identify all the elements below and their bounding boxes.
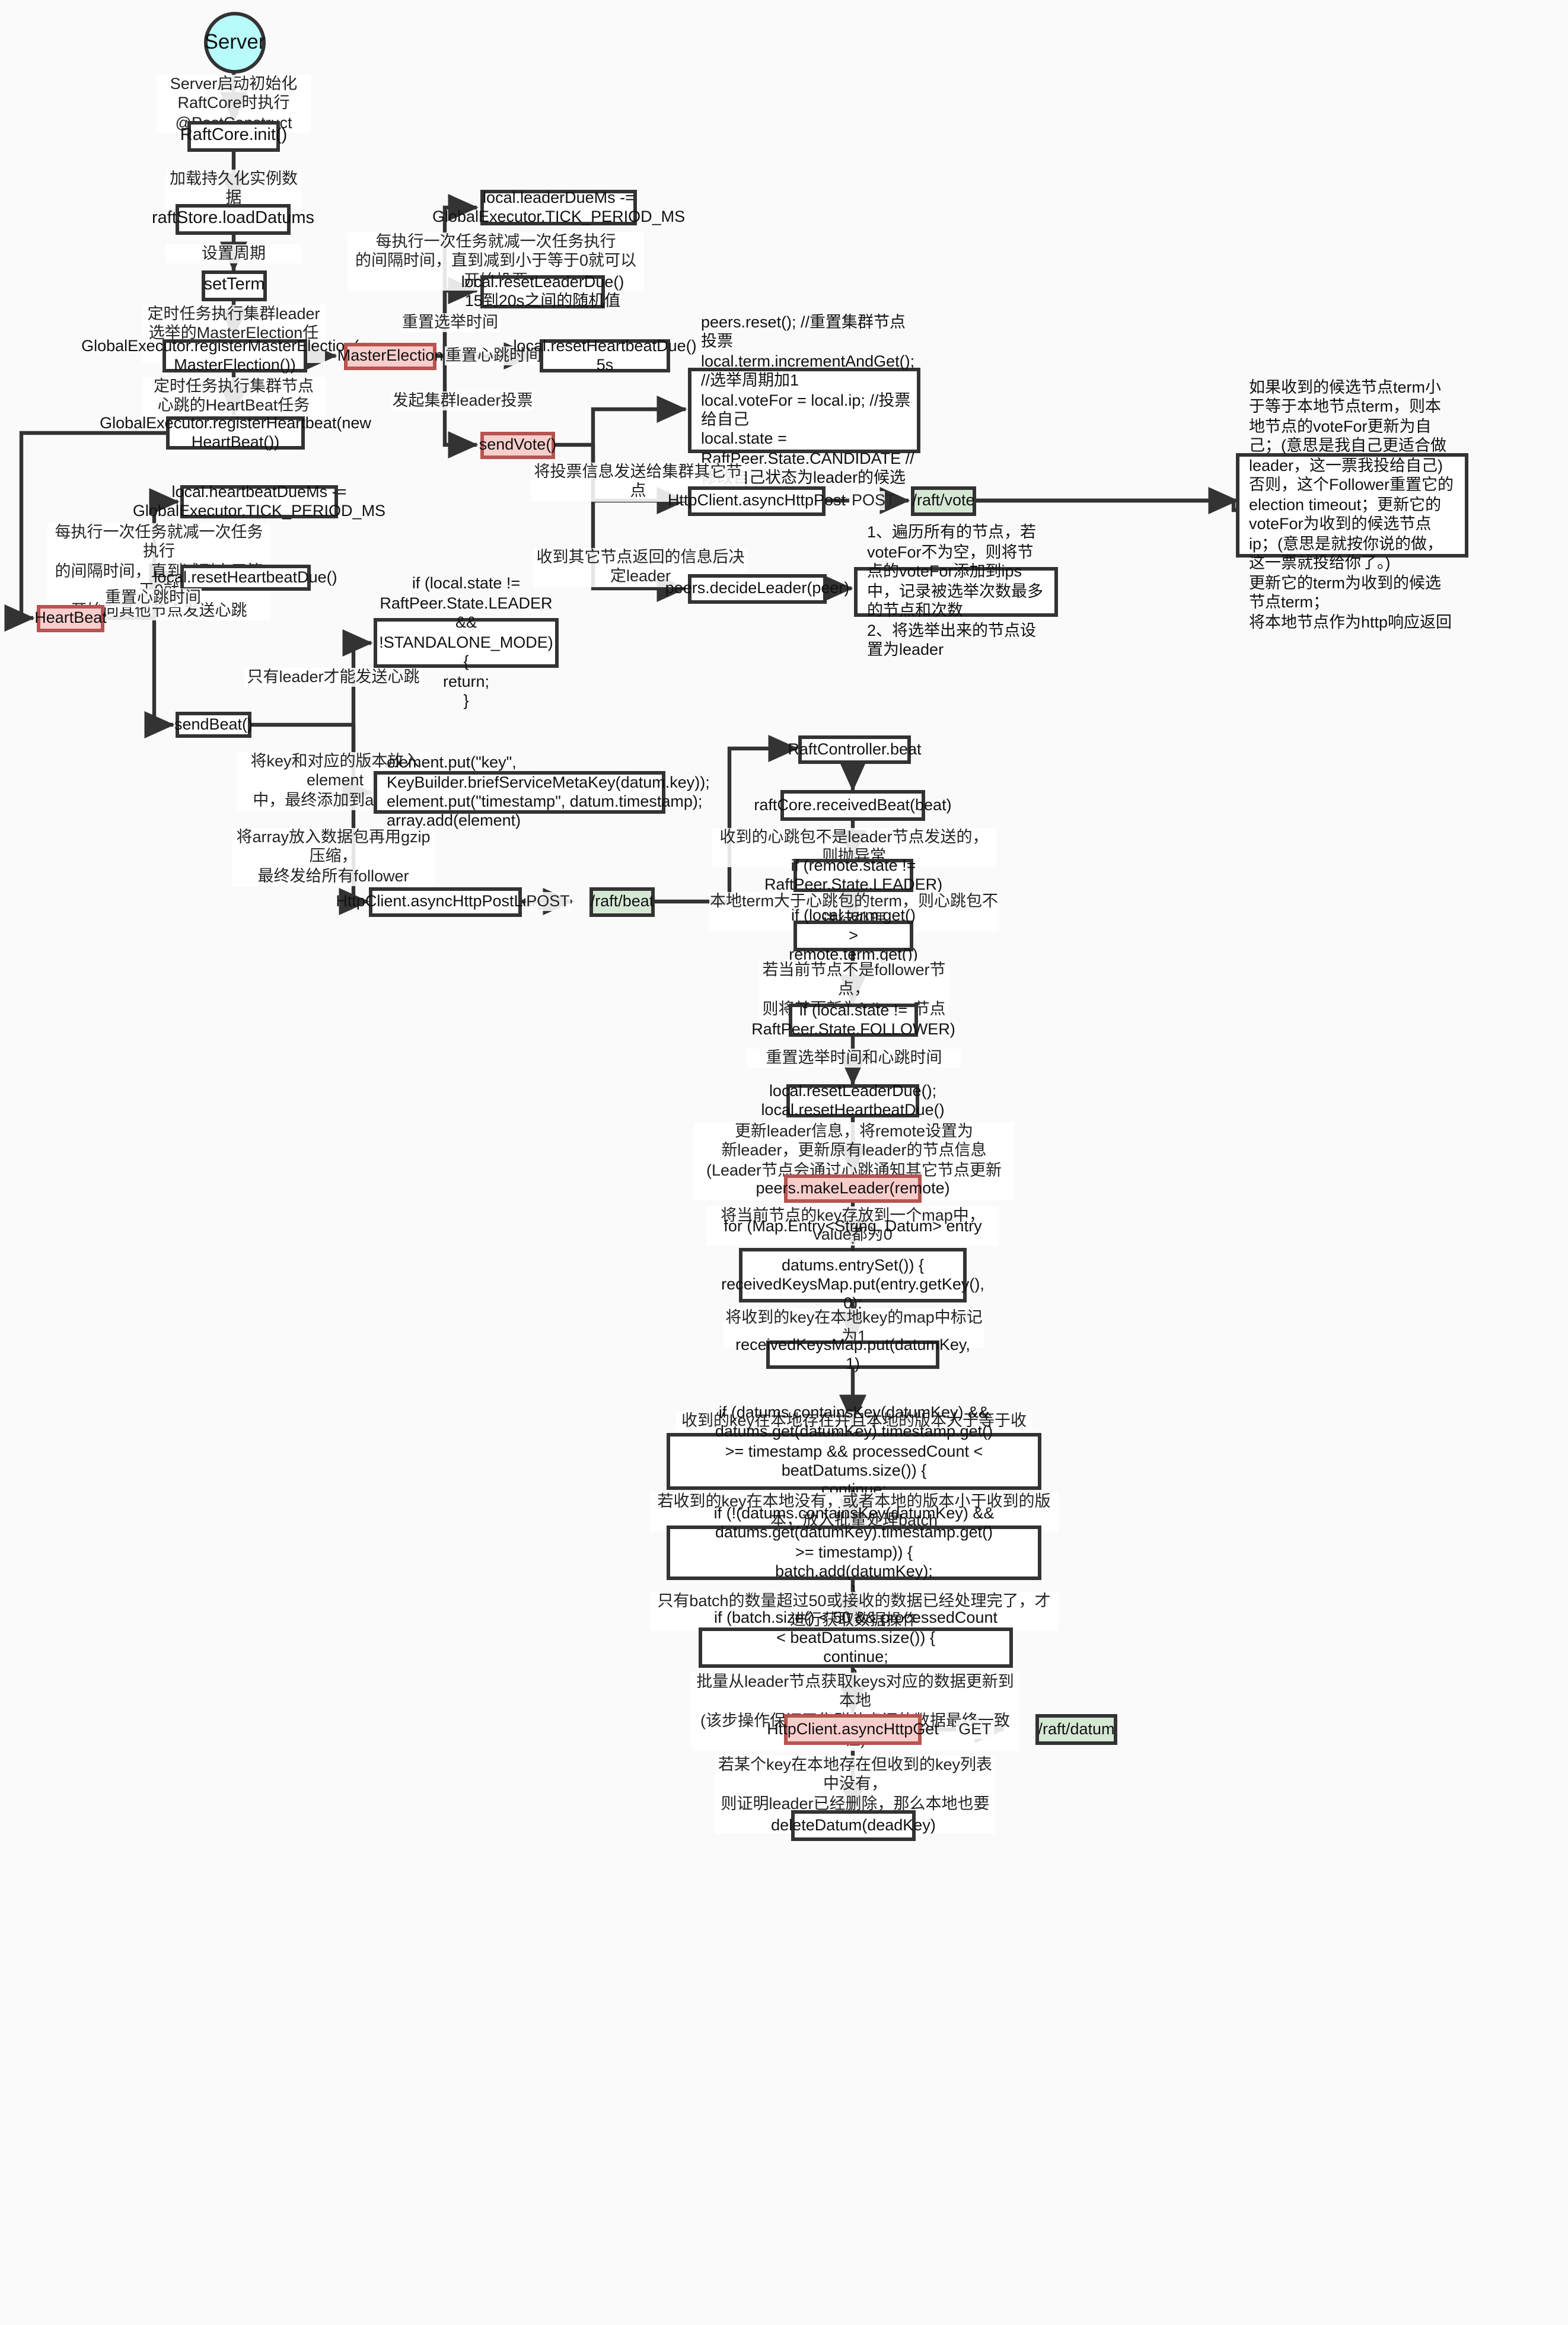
edge-label-post-vote: POST xyxy=(852,491,895,511)
edge-label-init-to-loaddatums: 加载持久化实例数据 xyxy=(166,170,301,209)
node-if-local-state-follower[interactable]: if (local.state != RaftPeer.State.FOLLOW… xyxy=(751,1001,955,1038)
edge-label-get-datum: GET xyxy=(956,1720,994,1740)
flowchart-canvas: Server Server启动初始化RaftCore时执行 @PostConst… xyxy=(0,0,1568,2325)
edge-label-reset-election-time: 重置选举时间 xyxy=(400,313,501,333)
node-peers-reset-block[interactable]: peers.reset(); //重置集群节点投票 local.term.inc… xyxy=(688,313,920,507)
node-server[interactable]: Server xyxy=(204,12,266,74)
node-leader-due-ms[interactable]: local.leaderDueMs -= GlobalExecutor.TICK… xyxy=(432,188,685,225)
edge-label-loaddatums-to-setterm: 设置周期 xyxy=(166,244,301,264)
node-heart-beat[interactable]: HeartBeat xyxy=(34,605,107,632)
edge-label-register-master-to-heartbeat: 定时任务执行集群节点 心跳的HeartBeat任务 xyxy=(142,377,325,416)
node-leader-guard[interactable]: if (local.state != RaftPeer.State.LEADER… xyxy=(374,575,559,709)
node-if-remote-state[interactable]: if (remote.state != RaftPeer.State.LEADE… xyxy=(764,856,942,893)
node-reset-due-both[interactable]: local.resetLeaderDue(); local.resetHeart… xyxy=(761,1081,944,1119)
node-setterm[interactable]: setTerm xyxy=(202,270,267,301)
node-async-http-get[interactable]: HttpClient.asyncHttpGet xyxy=(767,1714,939,1745)
node-reset-heartbeat-due[interactable]: local.resetHeartbeatDue() xyxy=(154,565,337,591)
node-raft-datum[interactable]: /raft/datum xyxy=(1035,1714,1117,1745)
node-if-batch-size[interactable]: if (batch.size() < 50 && processedCount … xyxy=(699,1609,1013,1685)
node-master-election[interactable]: MasterElection xyxy=(337,343,443,370)
edge-label-start-cluster-vote: 发起集群leader投票 xyxy=(391,391,534,411)
node-received-keys-put[interactable]: receivedKeysMap.put(datumKey, 1) xyxy=(735,1335,970,1372)
edge-label-gzip-followers: 将array放入数据包再用gzip压缩， 最终发给所有follower xyxy=(232,828,434,887)
node-element-put-block[interactable]: element.put("key", KeyBuilder.briefServi… xyxy=(374,753,710,830)
node-send-vote[interactable]: sendVote() xyxy=(479,432,556,459)
node-vote-rule-block[interactable]: 如果收到的候选节点term小于等于本地节点term，则本地节点的voteFor更… xyxy=(1236,378,1468,630)
node-async-http-post[interactable]: HttpClient.asyncHttpPost xyxy=(668,486,846,516)
node-raftcore-init[interactable]: RaftCore.init() xyxy=(180,121,287,152)
node-register-master-election[interactable]: GlobalExecutor.registerMasterElection(ne… xyxy=(81,336,388,374)
node-raft-vote[interactable]: /raft/vote xyxy=(911,486,976,516)
node-raftstore-loaddatums[interactable]: raftStore.loadDatums xyxy=(152,204,314,235)
node-make-leader[interactable]: peers.makeLeader(remote) xyxy=(756,1174,950,1203)
node-raft-controller-beat[interactable]: RaftController.beat xyxy=(788,735,922,764)
node-reset-heartbeat-due-5s[interactable]: local.resetHeartbeatDue() 5s xyxy=(513,336,696,374)
node-decide-leader[interactable]: peers.decideLeader(peer) xyxy=(665,574,849,604)
node-for-entry-block[interactable]: for (Map.Entry<String, Datum> entry : da… xyxy=(721,1216,984,1332)
node-send-beat[interactable]: sendBeat() xyxy=(174,712,253,738)
node-heartbeat-due-ms[interactable]: local.heartbeatDueMs -= GlobalExecutor.T… xyxy=(133,482,385,520)
node-reset-leader-due[interactable]: local.resetLeaderDue() 15到20s之间的随机值 xyxy=(461,272,624,310)
node-delete-datum[interactable]: deleteDatum(deadKey) xyxy=(771,1810,936,1841)
edge-label-reset-election-heartbeat: 重置选举时间和心跳时间 xyxy=(747,1049,961,1068)
edge-label-reset-heartbeat-time: 重置心跳时间 xyxy=(104,588,202,608)
edge-label-post-beat: POST xyxy=(525,892,571,912)
edge-label-only-leader-beat: 只有leader才能发送心跳 xyxy=(244,668,422,687)
node-if-not-contains-key[interactable]: if (!(datums.containsKey(datumKey) && da… xyxy=(667,1504,1041,1600)
node-if-contains-key[interactable]: if (datums.containsKey(datumKey) && datu… xyxy=(667,1403,1041,1518)
node-if-local-term[interactable]: if (local.term.get() > remote.term.get()… xyxy=(789,907,918,964)
node-async-http-post-large[interactable]: HttpClient.asyncHttpPostLarge xyxy=(336,887,555,917)
node-raft-beat[interactable]: /raft/beat xyxy=(589,887,655,917)
node-decide-leader-block[interactable]: 1、遍历所有的节点，若voteFor不为空，则将节点的voteFor添加到ips… xyxy=(854,524,1058,658)
node-register-heartbeat[interactable]: GlobalExecutor.registerHeartbeat(new Hea… xyxy=(100,413,371,451)
node-received-beat[interactable]: raftCore.receivedBeat(beat) xyxy=(754,790,952,821)
